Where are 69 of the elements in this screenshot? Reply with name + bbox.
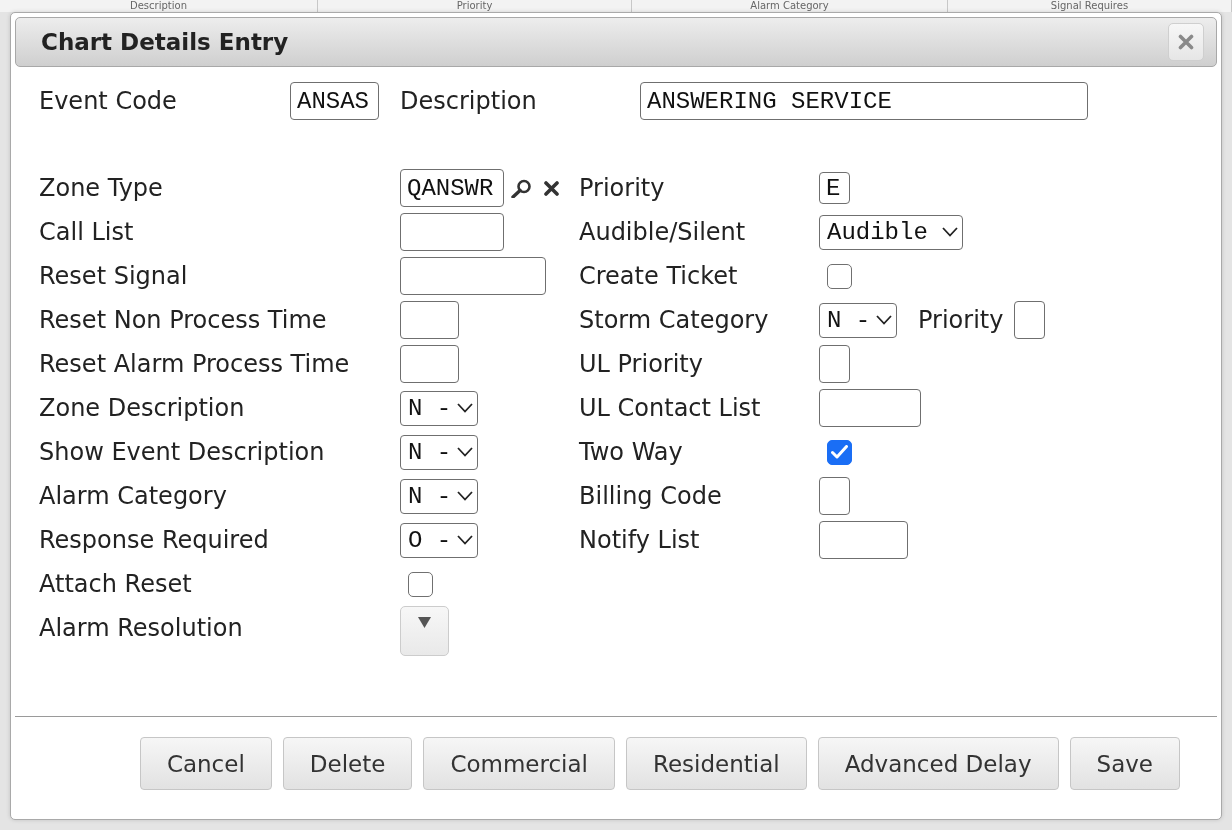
field-label: Alarm Category — [39, 482, 228, 510]
select-field[interactable]: N - — [400, 478, 478, 514]
field-label: Call List — [39, 218, 135, 246]
field-label: Alarm Resolution — [39, 614, 244, 642]
field-label: Priority — [579, 174, 666, 202]
check-icon — [831, 445, 848, 459]
field-label: UL Contact List — [579, 394, 762, 422]
select-field[interactable]: N - — [819, 302, 897, 338]
text-field[interactable] — [819, 345, 850, 383]
field-label: Create Ticket — [579, 262, 739, 290]
field-label: UL Priority — [579, 350, 704, 378]
field-label: Two Way — [579, 438, 684, 466]
column-header: Alarm Category — [750, 0, 829, 12]
text-field[interactable]: E — [819, 172, 850, 204]
field-label: Zone Description — [39, 394, 246, 422]
field-label: Notify List — [579, 526, 701, 554]
text-field[interactable]: ANSWERING SERVICE — [640, 82, 1088, 120]
text-field[interactable] — [819, 477, 850, 515]
text-field[interactable] — [400, 345, 459, 383]
field-label: Zone Type — [39, 174, 164, 202]
clear-icon[interactable] — [544, 180, 559, 196]
field-label: Reset Non Process Time — [39, 306, 328, 334]
field-label: Reset Signal — [39, 262, 189, 290]
field-label: Billing Code — [579, 482, 723, 510]
field-label: Reset Alarm Process Time — [39, 350, 351, 378]
field-label: Event Code — [39, 87, 178, 115]
close-button[interactable] — [1168, 23, 1204, 61]
close-icon — [1178, 34, 1194, 50]
column-header: Priority — [456, 0, 493, 12]
field-label: Priority — [918, 306, 1004, 334]
field-label: Audible/Silent — [579, 218, 747, 246]
action-button[interactable]: Cancel — [139, 737, 272, 790]
select-field[interactable]: O - — [400, 522, 478, 558]
checkbox[interactable] — [827, 439, 852, 465]
action-button[interactable]: Delete — [282, 737, 413, 790]
text-field[interactable]: ANSAS — [290, 82, 379, 120]
text-field[interactable] — [819, 521, 908, 559]
dropdown-button[interactable] — [400, 606, 449, 656]
text-field[interactable] — [400, 213, 504, 251]
action-button[interactable]: Advanced Delay — [817, 737, 1059, 790]
action-button[interactable]: Save — [1069, 737, 1180, 790]
chevron-down-icon — [457, 535, 473, 545]
column-header: Signal Requires — [1050, 0, 1129, 12]
text-field[interactable] — [1014, 301, 1046, 339]
checkbox[interactable] — [408, 571, 433, 597]
field-label: Response Required — [39, 526, 270, 554]
search-icon[interactable] — [511, 178, 532, 198]
select-field[interactable]: Audible — [819, 214, 963, 250]
chevron-down-icon — [942, 227, 958, 237]
text-field[interactable] — [400, 257, 546, 295]
chevron-down-icon — [457, 403, 473, 413]
chevron-down-icon — [876, 315, 892, 325]
select-field[interactable]: N - — [400, 434, 478, 470]
field-label: Attach Reset — [39, 570, 193, 598]
chevron-down-icon — [457, 447, 473, 457]
field-label: Show Event Description — [39, 438, 326, 466]
column-header: Description — [130, 0, 187, 12]
action-button[interactable]: Residential — [625, 737, 807, 790]
chevron-down-icon — [457, 491, 473, 501]
checkbox[interactable] — [827, 263, 852, 289]
text-field[interactable] — [400, 301, 459, 339]
text-field[interactable] — [819, 389, 921, 427]
action-button[interactable]: Commercial — [423, 737, 615, 790]
text-field[interactable]: QANSWR — [400, 169, 504, 207]
field-label: Storm Category — [579, 306, 770, 334]
dialog-title: Chart Details Entry — [41, 29, 289, 55]
caret-down-icon — [418, 617, 431, 628]
select-field[interactable]: N - — [400, 390, 478, 426]
field-label: Description — [400, 87, 538, 115]
